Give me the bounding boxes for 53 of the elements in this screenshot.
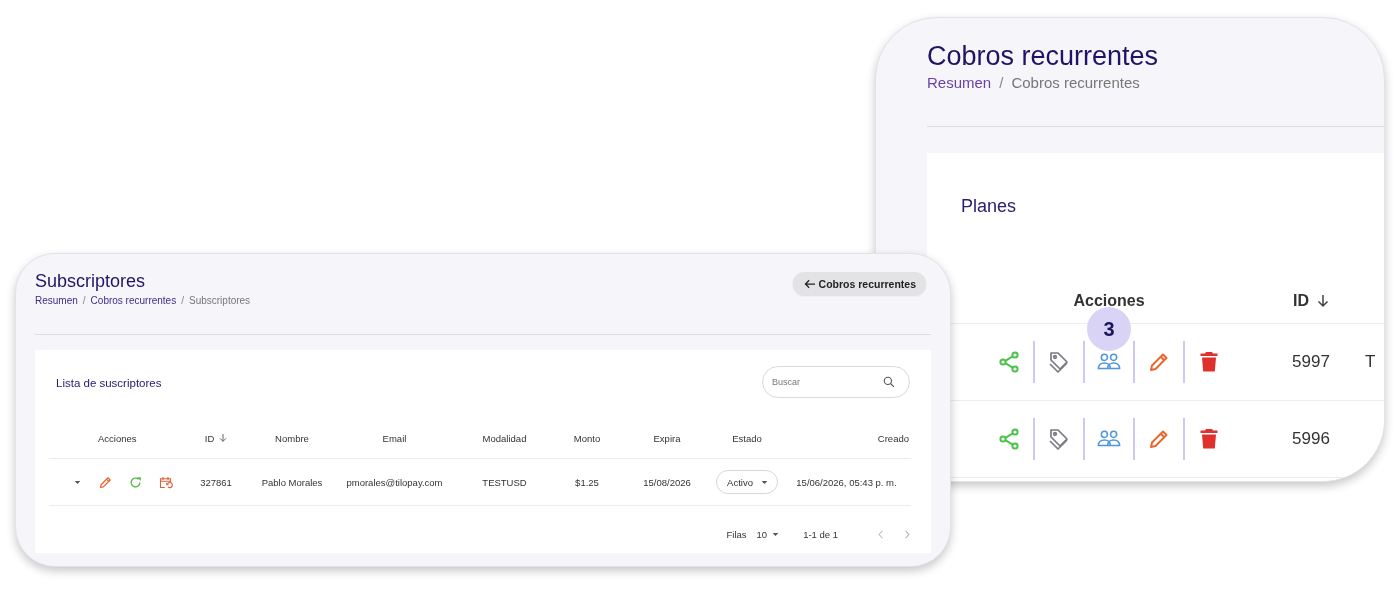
count-badge: 3 [1087, 307, 1131, 351]
breadcrumb-separator: / [82, 295, 86, 306]
column-header: Acciones [1073, 292, 1145, 310]
page-range: 1-1 de 1 [803, 529, 838, 540]
arrow-left-icon [803, 278, 816, 289]
column-header: ID [1293, 292, 1309, 310]
tag-icon[interactable] [1047, 350, 1071, 374]
table-cell: 5997 [1292, 352, 1330, 372]
column-header: Nombre [275, 432, 309, 444]
column-header: ID [204, 432, 215, 444]
pencil-icon[interactable] [98, 474, 113, 490]
breadcrumb-separator: / [999, 74, 1004, 91]
breadcrumb-link[interactable]: Cobros recurrentes [90, 295, 177, 306]
page-title: Subscriptores [35, 270, 147, 292]
column-header: Estado [732, 432, 762, 444]
table-cell: pmorales@tilopay.com [346, 476, 443, 488]
table-cell: 15/06/2026, 05:43 p. m. [796, 476, 897, 488]
search-field[interactable]: Buscar [762, 366, 910, 398]
table-cell: 327861 [200, 476, 232, 488]
table-cell: 5996 [1292, 429, 1330, 449]
expand-caret-icon[interactable] [74, 479, 81, 485]
breadcrumb-current: Cobros recurrentes [1011, 74, 1140, 91]
column-header: Expira [653, 432, 681, 444]
share-icon[interactable] [997, 350, 1021, 374]
breadcrumb-current: Subscriptores [188, 295, 251, 306]
back-button[interactable]: Cobros recurrentes [792, 272, 926, 295]
table-cell: $1.25 [575, 476, 599, 488]
search-icon[interactable] [883, 376, 895, 388]
breadcrumb-link[interactable]: Resumen [35, 295, 78, 306]
table-cell: TESTUSD [482, 476, 527, 488]
rows-label: Filas [726, 529, 747, 540]
column-header: Email [382, 432, 407, 444]
sort-arrow-icon[interactable] [1317, 294, 1329, 308]
section-title: Planes [960, 195, 1018, 217]
table-cell: T [1365, 352, 1376, 372]
column-header: Acciones [98, 432, 137, 444]
tag-icon[interactable] [1047, 427, 1071, 451]
column-header: Modalidad [482, 432, 527, 444]
caret-icon [760, 479, 768, 485]
rows-per-page-select[interactable]: 10 [756, 529, 780, 540]
table-cell: Pablo Morales [261, 476, 323, 488]
refresh-icon[interactable] [128, 474, 143, 490]
chevron-right-icon[interactable] [904, 530, 910, 539]
column-header: Creado [877, 432, 909, 444]
list-title: Lista de suscriptores [56, 377, 162, 389]
calendar-icon[interactable] [158, 474, 173, 490]
page-title: Cobros recurrentes [927, 40, 1160, 72]
breadcrumb-link[interactable]: Resumen [927, 74, 992, 91]
table-cell: 15/08/2026 [643, 476, 691, 488]
column-header: Monto [573, 432, 601, 444]
share-icon[interactable] [997, 427, 1021, 451]
caret-icon [772, 532, 780, 537]
breadcrumb-separator: / [181, 295, 184, 306]
